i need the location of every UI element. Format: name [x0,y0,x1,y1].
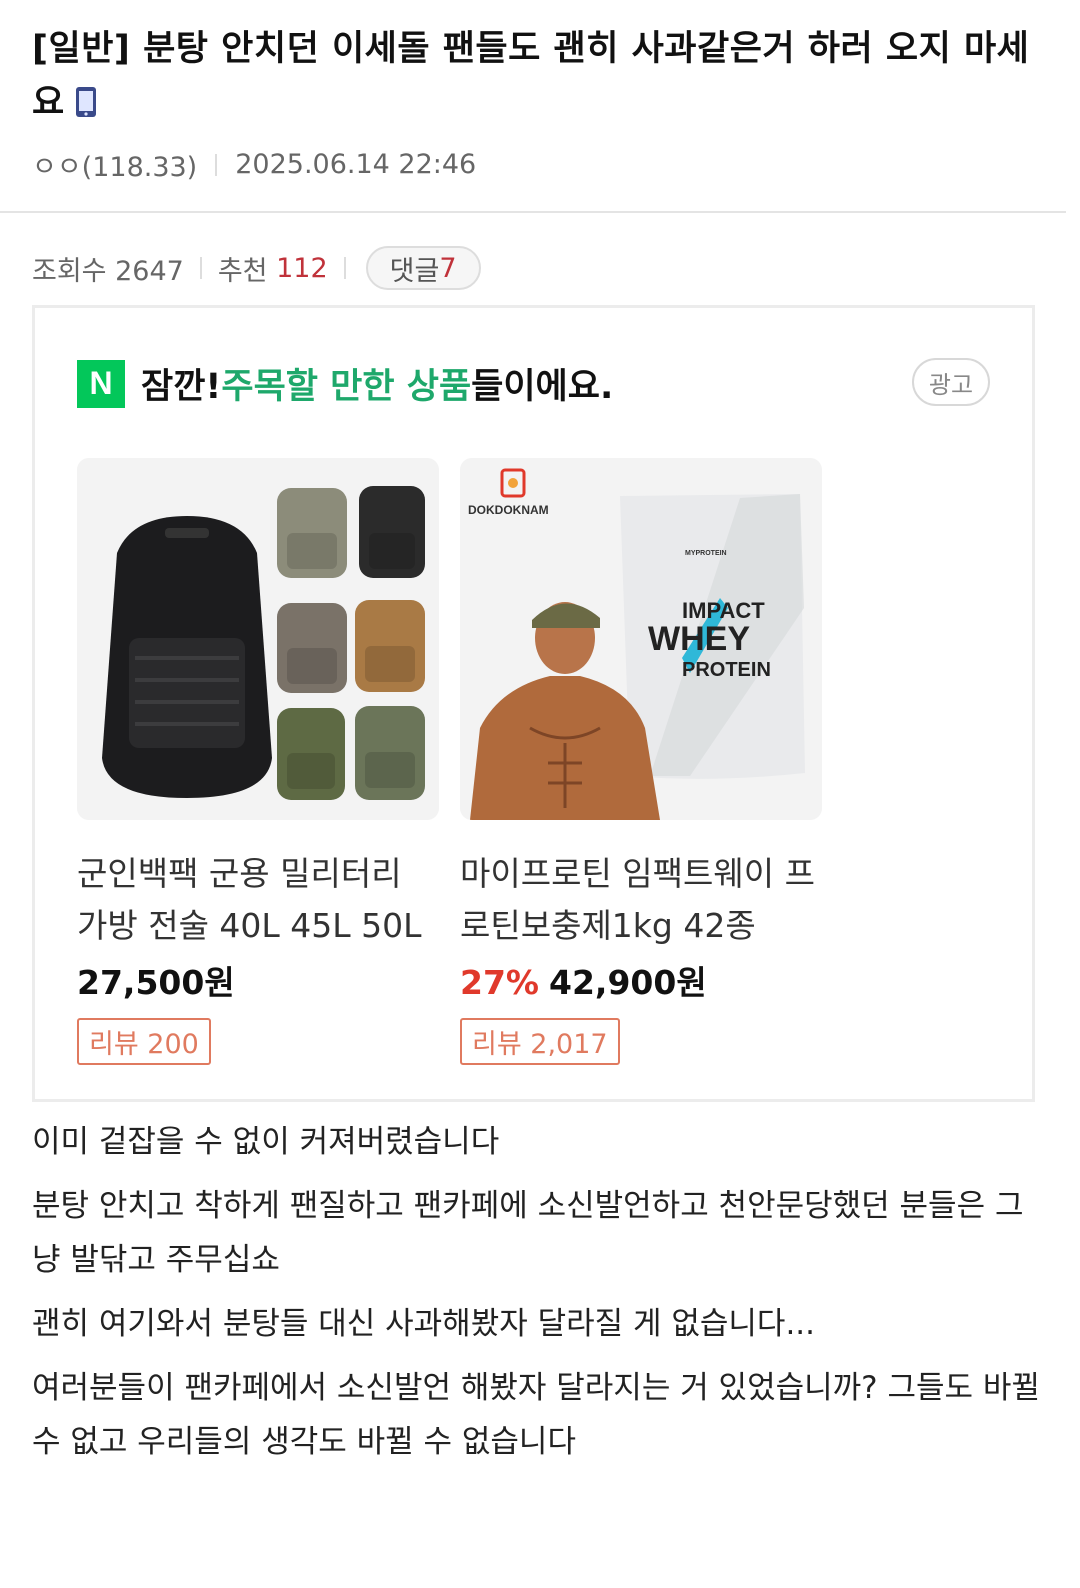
discount-rate: 27% [460,963,539,1002]
ad-heading-prefix: 잠깐! [141,367,222,407]
comment-count: 7 [439,252,457,284]
divider [199,257,202,279]
brand-text: DOKDOKNAM [468,503,549,517]
product-card[interactable]: 군인백팩 군용 밀리터리 가방 전술 40L 45L 50L 27,500원 리… [77,458,439,1065]
backpack-product-image[interactable] [77,458,439,820]
divider [215,153,218,176]
protein-product-image[interactable]: DOKDOKNAM MYPROTEIN IMPACT WHEY PROTEIN [460,458,822,820]
review-count-badge: 리뷰 2,017 [460,1018,620,1065]
bag-line-3: PROTEIN [682,659,771,681]
naver-logo-icon: N [77,359,125,408]
bag-line-2: WHEY [648,620,750,658]
body-paragraph: 이미 겉잡을 수 없이 커져버렸습니다 [32,1124,500,1160]
product-price-value: 42,900원 [549,963,707,1002]
post-meta: ㅇㅇ(118.33) 2025.06.14 22:46 [32,145,476,184]
post-stats: 조회수 2647 추천 112 댓글 7 [32,246,481,290]
post-title: [일반] 분탕 안치던 이세돌 팬들도 괜히 사과같은거 하러 오지 마세요 [32,22,1032,130]
body-paragraph: 괜히 여기와서 분탕들 대신 사과해봤자 달라질 게 없습니다... [32,1306,816,1342]
bag-brand-text: MYPROTEIN [685,550,727,557]
comment-button[interactable]: 댓글 7 [365,246,481,290]
ad-heading: N 잠깐! 주목할 만한 상품 들이에요. [77,358,613,409]
ad-heading-suffix: 들이에요. [471,367,614,407]
mobile-phone-icon [75,80,97,117]
recommend-label: 추천 [217,255,268,287]
body-paragraph: 분탕 안치고 착하게 팬질하고 팬카페에 소신발언하고 천안문당했던 분들은 그… [32,1188,1024,1278]
author[interactable]: ㅇㅇ(118.33) [32,145,197,184]
divider [0,211,1066,213]
product-price: 27% 42,900원 [460,956,822,1004]
divider [343,257,346,279]
body-paragraph: 여러분들이 팬카페에서 소신발언 해봤자 달라지는 거 있었습니까? 그들도 바… [32,1370,1040,1460]
product-price-value: 27,500원 [77,963,235,1002]
product-name[interactable]: 마이프로틴 임팩트웨이 프로틴보충제1kg 42종 [460,848,822,952]
product-name[interactable]: 군인백팩 군용 밀리터리 가방 전술 40L 45L 50L [77,848,439,952]
post-datetime: 2025.06.14 22:46 [235,149,477,180]
product-price: 27,500원 [77,956,439,1004]
post-title-text: [일반] 분탕 안치던 이세돌 팬들도 괜히 사과같은거 하러 오지 마세요 [32,29,1030,123]
comment-label: 댓글 [389,255,440,287]
review-count-badge: 리뷰 200 [77,1018,211,1065]
ad-badge[interactable]: 광고 [912,358,990,406]
ad-heading-highlight: 주목할 만한 상품 [221,367,472,407]
recommend-count: 112 [276,252,328,284]
post-body: 이미 겉잡을 수 없이 커져버렸습니다 분탕 안치고 착하게 팬질하고 팬카페에… [32,1115,1042,1479]
view-count: 조회수 2647 [32,255,184,287]
product-card[interactable]: DOKDOKNAM MYPROTEIN IMPACT WHEY PROTEIN [460,458,822,1065]
ad-box: N 잠깐! 주목할 만한 상품 들이에요. 광고 군인백팩 군용 밀리터리 가방… [32,305,1035,1102]
